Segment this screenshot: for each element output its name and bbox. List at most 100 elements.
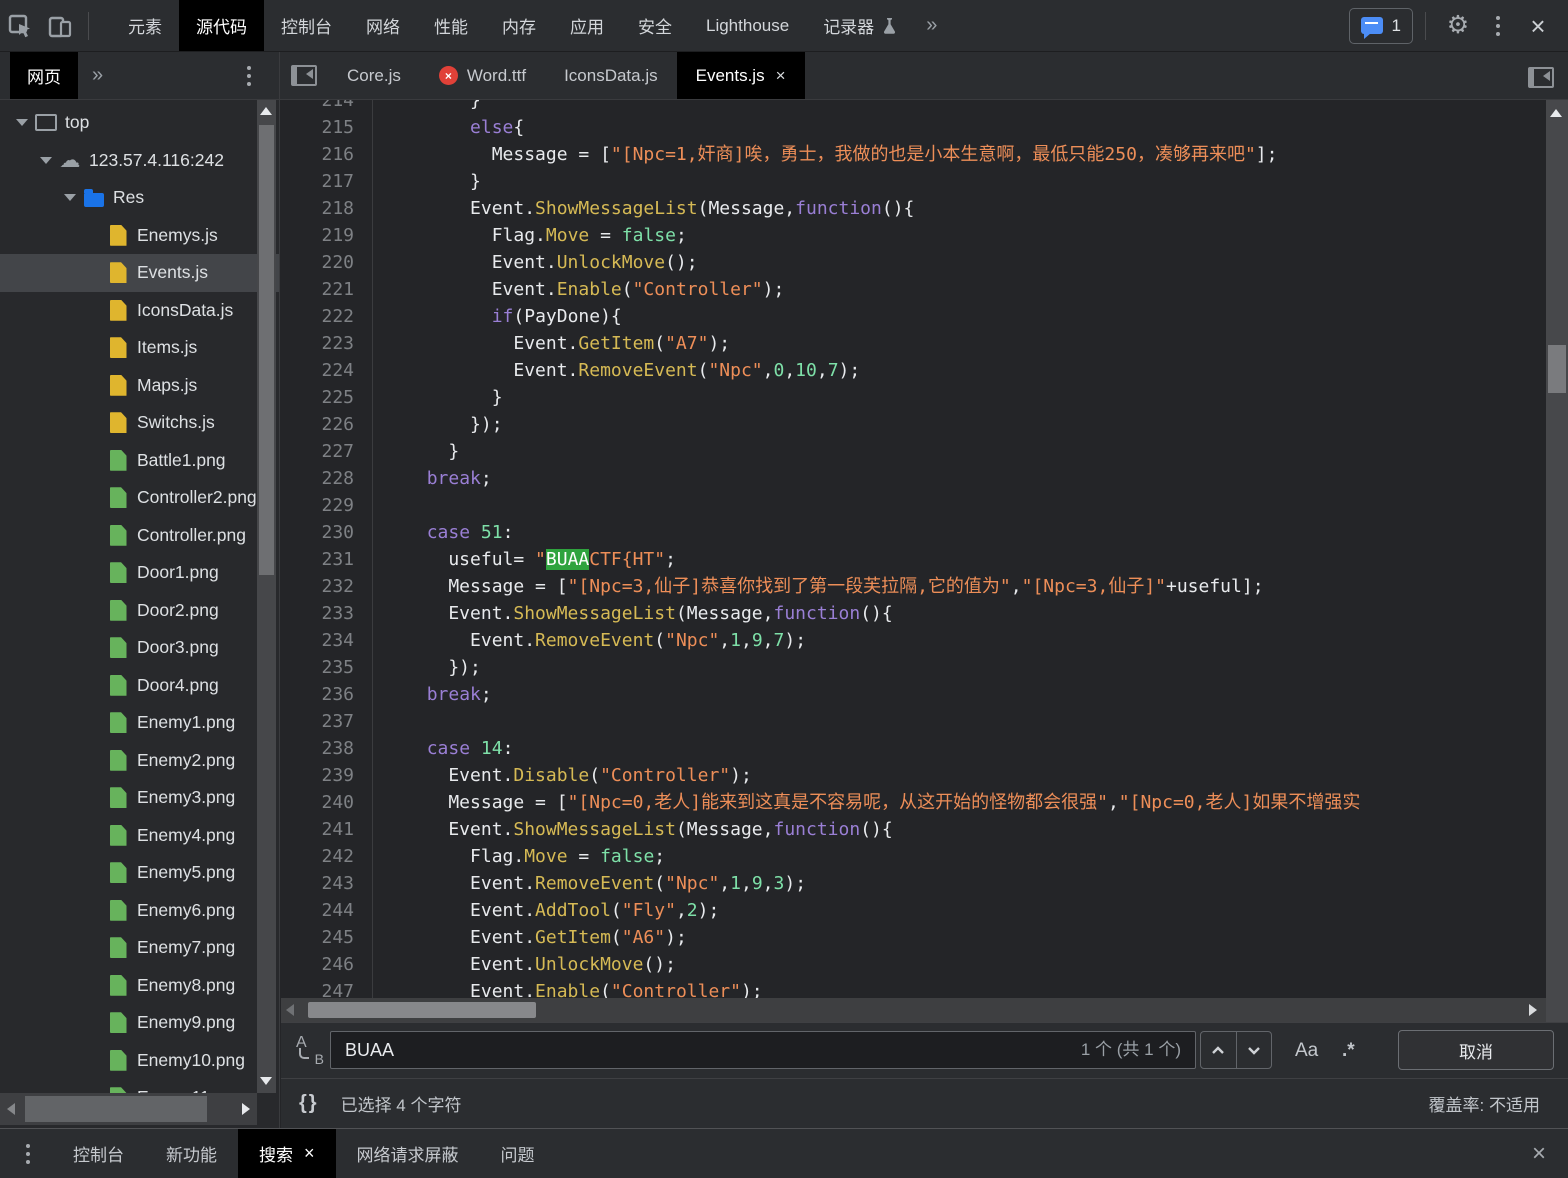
code-text[interactable]: Event.RemoveEvent("Npc",1,9,3); (372, 870, 806, 897)
line-number[interactable]: 216 (281, 141, 372, 168)
code-line[interactable]: 222 if(PayDone){ (281, 303, 1546, 330)
code-line[interactable]: 216 Message = ["[Npc=1,奸商]唉，勇士，我做的也是小本生意… (281, 141, 1546, 168)
code-text[interactable]: } (372, 100, 481, 114)
scroll-left-icon[interactable] (286, 1004, 294, 1016)
code-text[interactable]: Event.RemoveEvent("Npc",0,10,7); (372, 357, 860, 384)
line-number[interactable]: 239 (281, 762, 372, 789)
line-number[interactable]: 243 (281, 870, 372, 897)
tree-item-Enemy10.png[interactable]: Enemy10.png (0, 1042, 280, 1080)
code-text[interactable]: break; (372, 681, 492, 708)
line-number[interactable]: 235 (281, 654, 372, 681)
settings-gear-icon[interactable]: ⚙ (1438, 6, 1478, 46)
tab-控制台[interactable]: 控制台 (264, 0, 349, 51)
editor-tab-IconsData.js[interactable]: IconsData.js (545, 52, 677, 99)
tree-item-Door2.png[interactable]: Door2.png (0, 592, 280, 630)
line-number[interactable]: 224 (281, 357, 372, 384)
find-input[interactable]: BUAA 1 个 (共 1 个) (330, 1031, 1196, 1069)
code-line[interactable]: 246 Event.UnlockMove(); (281, 951, 1546, 978)
drawer-tab-搜索[interactable]: 搜索× (238, 1129, 336, 1178)
editor-tab-Core.js[interactable]: Core.js (328, 52, 420, 99)
tree-item-Controller.png[interactable]: Controller.png (0, 517, 280, 555)
sidebar-menu-icon[interactable] (247, 66, 251, 86)
more-panels-chevron[interactable]: » (914, 14, 949, 37)
tree-item-Items.js[interactable]: Items.js (0, 329, 280, 367)
tree-item-Enemy6.png[interactable]: Enemy6.png (0, 892, 280, 930)
code-line[interactable]: 226 }); (281, 411, 1546, 438)
tree-item-Switchs.js[interactable]: Switchs.js (0, 404, 280, 442)
sidebar-horizontal-scrollbar[interactable] (0, 1093, 257, 1125)
tab-元素[interactable]: 元素 (111, 0, 179, 51)
code-text[interactable]: Event.RemoveEvent("Npc",1,9,7); (372, 627, 806, 654)
inspect-element-icon[interactable] (0, 6, 40, 46)
code-line[interactable]: 225 } (281, 384, 1546, 411)
cancel-button[interactable]: 取消 (1398, 1030, 1554, 1070)
drawer-tab-网络请求屏蔽[interactable]: 网络请求屏蔽 (336, 1129, 480, 1178)
next-match-button[interactable] (1236, 1032, 1272, 1068)
more-options-icon[interactable] (1478, 6, 1518, 46)
scrollbar-thumb[interactable] (259, 125, 274, 575)
code-text[interactable]: Event.Disable("Controller"); (372, 762, 752, 789)
line-number[interactable]: 229 (281, 492, 372, 519)
code-text[interactable]: Flag.Move = false; (372, 222, 687, 249)
code-line[interactable]: 234 Event.RemoveEvent("Npc",1,9,7); (281, 627, 1546, 654)
tree-item-Enemy9.png[interactable]: Enemy9.png (0, 1004, 280, 1042)
close-devtools-icon[interactable]: × (1518, 6, 1558, 46)
code-line[interactable]: 238 case 14: (281, 735, 1546, 762)
line-number[interactable]: 215 (281, 114, 372, 141)
tab-Lighthouse[interactable]: Lighthouse (689, 0, 806, 51)
close-tab-icon[interactable]: × (304, 1143, 315, 1164)
code-line[interactable]: 237 (281, 708, 1546, 735)
scroll-left-icon[interactable] (7, 1103, 15, 1115)
code-line[interactable]: 233 Event.ShowMessageList(Message,functi… (281, 600, 1546, 627)
code-text[interactable] (372, 492, 405, 519)
code-text[interactable]: break; (372, 465, 492, 492)
device-toolbar-icon[interactable] (40, 6, 80, 46)
tab-pages[interactable]: 网页 (10, 52, 78, 99)
code-text[interactable]: Event.UnlockMove(); (372, 249, 698, 276)
code-line[interactable]: 217 } (281, 168, 1546, 195)
drawer-tab-控制台[interactable]: 控制台 (52, 1129, 145, 1178)
tree-item-Enemy2.png[interactable]: Enemy2.png (0, 742, 280, 780)
code-line[interactable]: 244 Event.AddTool("Fly",2); (281, 897, 1546, 924)
line-number[interactable]: 240 (281, 789, 372, 816)
code-text[interactable]: Message = ["[Npc=3,仙子]恭喜你找到了第一段芙拉隔,它的值为"… (372, 573, 1264, 600)
line-number[interactable]: 225 (281, 384, 372, 411)
code-line[interactable]: 215 else{ (281, 114, 1546, 141)
line-number[interactable]: 247 (281, 978, 372, 998)
tab-安全[interactable]: 安全 (621, 0, 689, 51)
sidebar-more-tabs-chevron[interactable]: » (92, 64, 103, 87)
collapse-sidebar-icon[interactable] (291, 65, 317, 86)
scrollbar-thumb[interactable] (308, 1002, 536, 1018)
tree-item-Maps.js[interactable]: Maps.js (0, 367, 280, 405)
scroll-up-icon[interactable] (260, 107, 272, 115)
tab-性能[interactable]: 性能 (417, 0, 485, 51)
code-line[interactable]: 242 Flag.Move = false; (281, 843, 1546, 870)
tab-源代码[interactable]: 源代码 (179, 0, 264, 51)
code-text[interactable]: } (372, 384, 503, 411)
line-number[interactable]: 223 (281, 330, 372, 357)
code-line[interactable]: 218 Event.ShowMessageList(Message,functi… (281, 195, 1546, 222)
code-line[interactable]: 247 Event.Enable("Controller"); (281, 978, 1546, 998)
code-text[interactable]: else{ (372, 114, 524, 141)
line-number[interactable]: 241 (281, 816, 372, 843)
line-number[interactable]: 227 (281, 438, 372, 465)
tree-item-top[interactable]: top (0, 104, 280, 142)
line-number[interactable]: 220 (281, 249, 372, 276)
code-line[interactable]: 245 Event.GetItem("A6"); (281, 924, 1546, 951)
line-number[interactable]: 219 (281, 222, 372, 249)
line-number[interactable]: 237 (281, 708, 372, 735)
line-number[interactable]: 238 (281, 735, 372, 762)
line-number[interactable]: 218 (281, 195, 372, 222)
line-number[interactable]: 214 (281, 100, 372, 114)
editor-vertical-scrollbar[interactable] (1546, 100, 1568, 1022)
drawer-menu-icon[interactable] (26, 1144, 30, 1164)
tree-item-Enemy7.png[interactable]: Enemy7.png (0, 929, 280, 967)
drawer-tab-问题[interactable]: 问题 (480, 1129, 556, 1178)
tab-记录器[interactable]: 记录器 (806, 0, 914, 51)
code-text[interactable]: Flag.Move = false; (372, 843, 665, 870)
line-number[interactable]: 232 (281, 573, 372, 600)
tree-item-Enemy3.png[interactable]: Enemy3.png (0, 779, 280, 817)
code-line[interactable]: 240 Message = ["[Npc=0,老人]能来到这真是不容易呢，从这开… (281, 789, 1546, 816)
code-text[interactable]: Event.Enable("Controller"); (372, 276, 784, 303)
tree-item-Battle1.png[interactable]: Battle1.png (0, 442, 280, 480)
